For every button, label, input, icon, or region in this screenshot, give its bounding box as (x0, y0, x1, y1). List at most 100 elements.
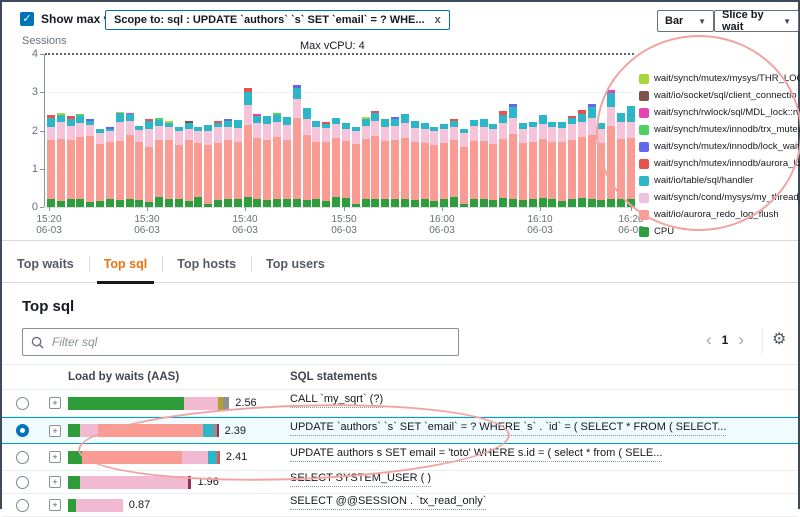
chart-bar[interactable] (303, 108, 311, 207)
x-axis-line (45, 207, 634, 208)
chart-bar[interactable] (342, 123, 350, 207)
chart-bar[interactable] (47, 115, 55, 207)
chart-bar[interactable] (489, 124, 497, 207)
chart-bar[interactable] (175, 127, 183, 207)
prev-page-icon[interactable]: ‹ (700, 330, 718, 350)
table-row[interactable]: +2.39UPDATE `authors` `s` SET `email` = … (2, 417, 798, 444)
row-radio-button[interactable] (16, 397, 29, 410)
chart-bar[interactable] (86, 119, 94, 207)
table-row[interactable]: +2.56CALL `my_sqrt` (?) (2, 390, 798, 417)
chart-bar[interactable] (391, 117, 399, 207)
sql-statement-link[interactable]: UPDATE `authors` `s` SET `email` = ? WHE… (290, 421, 726, 436)
chart-bar[interactable] (165, 121, 173, 207)
tab-top-users[interactable]: Top users (251, 246, 340, 282)
table-row[interactable]: +2.41UPDATE authors s SET email = 'toto'… (2, 444, 798, 471)
expand-row-icon[interactable]: + (49, 397, 61, 409)
chart-bar[interactable] (539, 115, 547, 207)
chart-bar[interactable] (322, 122, 330, 207)
table-row[interactable]: +0.87SELECT @@SESSION . `tx_read_only` (2, 494, 798, 517)
chart-bar[interactable] (273, 113, 281, 207)
chart-bar[interactable] (352, 127, 360, 207)
chart-bar[interactable] (558, 122, 566, 207)
tab-top-sql[interactable]: Top sql (89, 246, 163, 282)
chart-bar[interactable] (283, 117, 291, 207)
chart-bar[interactable] (460, 129, 468, 207)
chart-bar[interactable] (568, 116, 576, 207)
chart-bar[interactable] (126, 113, 134, 207)
chart-bar[interactable] (450, 119, 458, 207)
chart-bar[interactable] (362, 117, 370, 207)
chart-bar[interactable] (116, 112, 124, 207)
row-radio-button[interactable] (16, 476, 29, 489)
expand-row-icon[interactable]: + (49, 499, 61, 511)
chart-bar[interactable] (578, 110, 586, 208)
chart-bar[interactable] (430, 127, 438, 207)
chart-bar[interactable] (145, 119, 153, 207)
row-radio-button[interactable] (16, 424, 29, 437)
show-max-vcpu-checkbox[interactable]: ✓ (20, 12, 34, 26)
chart-bar[interactable] (529, 122, 537, 207)
tab-top-waits[interactable]: Top waits (2, 246, 89, 282)
row-radio-button[interactable] (16, 499, 29, 512)
chart-bar[interactable] (588, 104, 596, 207)
chart-bar[interactable] (499, 111, 507, 207)
chart-bar[interactable] (411, 121, 419, 207)
table-row[interactable]: +1.96SELECT SYSTEM_USER ( ) (2, 471, 798, 494)
chart-bar[interactable] (194, 127, 202, 207)
expand-row-icon[interactable]: + (49, 476, 61, 488)
chart-bar[interactable] (135, 126, 143, 207)
chart-type-select[interactable]: Bar ▼ (657, 10, 714, 32)
filter-sql-input[interactable] (50, 334, 450, 350)
chart-bar[interactable] (440, 124, 448, 207)
expand-row-icon[interactable]: + (49, 451, 61, 463)
chart-bar[interactable] (548, 122, 556, 207)
chart-bar[interactable] (597, 123, 605, 207)
x-tick-label: 15:5006-03 (320, 214, 368, 236)
tab-top-hosts[interactable]: Top hosts (162, 246, 251, 282)
chart-bar[interactable] (67, 116, 75, 207)
chart-bar[interactable] (627, 106, 635, 207)
chart-bar[interactable] (214, 121, 222, 207)
sql-statement-link[interactable]: CALL `my_sqrt` (?) (290, 393, 383, 408)
chart-bar[interactable] (76, 114, 84, 207)
chip-close-icon[interactable]: x (435, 14, 441, 26)
chart-bar[interactable] (401, 114, 409, 207)
legend-swatch-icon (639, 125, 649, 135)
chart-bar[interactable] (293, 85, 301, 207)
row-radio-button[interactable] (16, 451, 29, 464)
chart-bar[interactable] (244, 88, 252, 207)
chart-bar[interactable] (234, 120, 242, 207)
chart-bar[interactable] (371, 111, 379, 207)
chart-bar[interactable] (155, 118, 163, 207)
sql-statement-link[interactable]: SELECT SYSTEM_USER ( ) (290, 472, 431, 487)
sql-statement-link[interactable]: UPDATE authors s SET email = 'toto' WHER… (290, 447, 662, 462)
chart-bar[interactable] (224, 119, 232, 207)
chart-bar[interactable] (509, 104, 517, 207)
chart-bar[interactable] (253, 114, 261, 207)
y-tick-mark (40, 54, 44, 55)
x-tick-label: 16:0006-03 (418, 214, 466, 236)
chart-bar[interactable] (519, 123, 527, 207)
legend-item: wait/synch/mutex/mysys/THR_LOCK::mu (639, 70, 800, 87)
chart-bar[interactable] (332, 118, 340, 207)
chart-bar[interactable] (57, 113, 65, 207)
slice-by-select[interactable]: Slice by wait ▼ (714, 10, 799, 32)
gear-icon[interactable]: ⚙ (772, 329, 786, 349)
chart-bar[interactable] (607, 90, 615, 207)
page-number[interactable]: 1 (718, 333, 733, 347)
chart-bar[interactable] (96, 129, 104, 207)
chart-bar[interactable] (381, 119, 389, 207)
chart-bar[interactable] (480, 119, 488, 207)
chart-bar[interactable] (263, 116, 271, 207)
chart-bar[interactable] (470, 120, 478, 207)
scope-filter-chip[interactable]: Scope to: sql : UPDATE `authors` `s` SET… (105, 10, 450, 30)
expand-row-icon[interactable]: + (49, 425, 61, 437)
chart-bar[interactable] (421, 123, 429, 207)
chart-bar[interactable] (106, 127, 114, 207)
next-page-icon[interactable]: › (732, 330, 750, 350)
chart-bar[interactable] (312, 121, 320, 207)
chart-bar[interactable] (204, 125, 212, 207)
chart-bar[interactable] (617, 113, 625, 207)
chart-bar[interactable] (185, 121, 193, 207)
sql-statement-link[interactable]: SELECT @@SESSION . `tx_read_only` (290, 495, 486, 510)
